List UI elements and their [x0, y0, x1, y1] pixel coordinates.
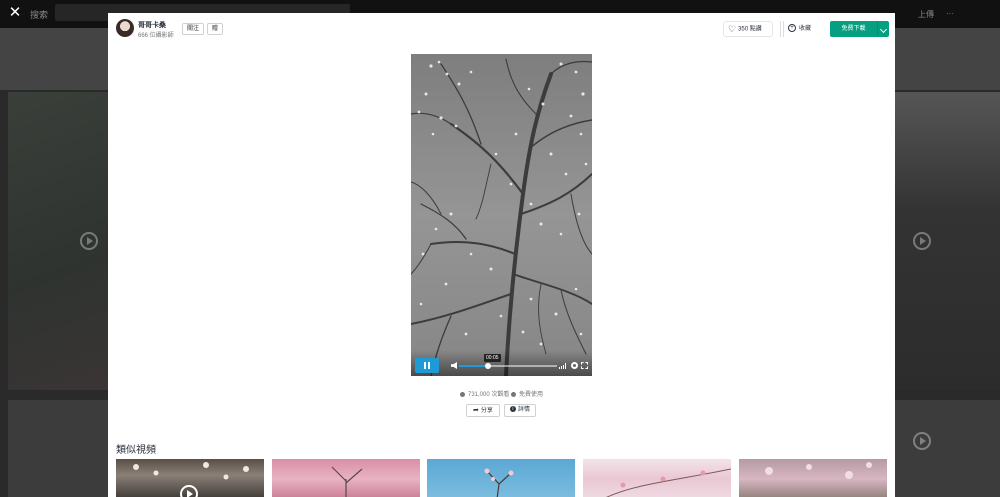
info-label: 詳情 [517, 407, 530, 413]
like-button[interactable]: ♡ 350 點讚 [723, 21, 773, 37]
license-label: 免費使用 [519, 392, 544, 398]
thumb-image [484, 468, 514, 497]
more-menu[interactable]: ··· [946, 9, 954, 18]
play-icon [913, 432, 931, 450]
chevron-down-icon[interactable] [877, 21, 889, 37]
seek-bar[interactable] [459, 363, 557, 369]
gift-button[interactable]: 贈 [207, 23, 223, 35]
related-video-thumb[interactable] [272, 459, 420, 497]
related-video-thumb[interactable] [739, 459, 887, 497]
fullscreen-icon[interactable] [581, 362, 588, 369]
video-frame [411, 54, 592, 376]
free-download-button[interactable]: 免費下載 [830, 21, 877, 37]
background-tile[interactable] [895, 92, 1000, 390]
gear-icon[interactable] [571, 362, 578, 369]
views-stat: 731,000 次觀看 [460, 389, 509, 398]
thumb-image [765, 462, 872, 479]
author-subtitle: 666 位攝影師 [138, 33, 174, 39]
thumb-image [331, 466, 363, 497]
author-name[interactable]: 哥哥卡桑 [138, 20, 166, 30]
upload-link[interactable]: 上傳 [918, 9, 934, 20]
heart-icon: ♡ [728, 24, 737, 34]
share-icon: ➦ [473, 407, 479, 414]
related-video-thumb[interactable] [116, 459, 264, 497]
divider [783, 21, 784, 37]
play-icon [80, 232, 98, 250]
quality-icon[interactable] [559, 363, 567, 369]
related-videos-title: 類似視頻 [116, 445, 156, 456]
share-button[interactable]: ➦ 分享 [466, 404, 500, 417]
related-video-thumb[interactable] [583, 459, 731, 497]
collect-button[interactable]: + 收藏 [788, 21, 824, 37]
video-player[interactable]: 00:05 [411, 54, 592, 376]
info-icon: i [509, 406, 516, 413]
thumb-image [606, 468, 731, 497]
follow-button[interactable]: 關注 [182, 23, 204, 35]
eye-icon [460, 391, 465, 397]
related-video-thumb[interactable] [427, 459, 575, 497]
info-button[interactable]: i 詳情 [504, 404, 536, 417]
license-stat: 免費使用 [511, 389, 543, 398]
avatar[interactable] [116, 19, 134, 37]
play-icon[interactable] [180, 485, 198, 497]
time-tooltip: 00:05 [484, 354, 501, 362]
background-tile[interactable] [8, 92, 108, 390]
share-label: 分享 [480, 408, 493, 414]
check-icon [511, 391, 516, 397]
collect-label: 收藏 [799, 26, 812, 32]
views-count: 731,000 次觀看 [468, 392, 510, 398]
background-tile[interactable] [8, 400, 108, 497]
seek-progress [459, 365, 489, 367]
pause-icon[interactable] [415, 358, 439, 373]
divider [780, 21, 781, 37]
close-icon[interactable]: ✕ [8, 5, 22, 20]
video-detail-modal: 哥哥卡桑 666 位攝影師 關注 贈 ♡ 350 點讚 + 收藏 免費下載 00… [108, 13, 895, 497]
search-label: 搜索 [30, 10, 49, 20]
plus-circle-icon: + [788, 24, 796, 33]
background-tile[interactable] [895, 400, 1000, 497]
play-icon [913, 232, 931, 250]
like-label: 350 點讚 [738, 26, 762, 33]
